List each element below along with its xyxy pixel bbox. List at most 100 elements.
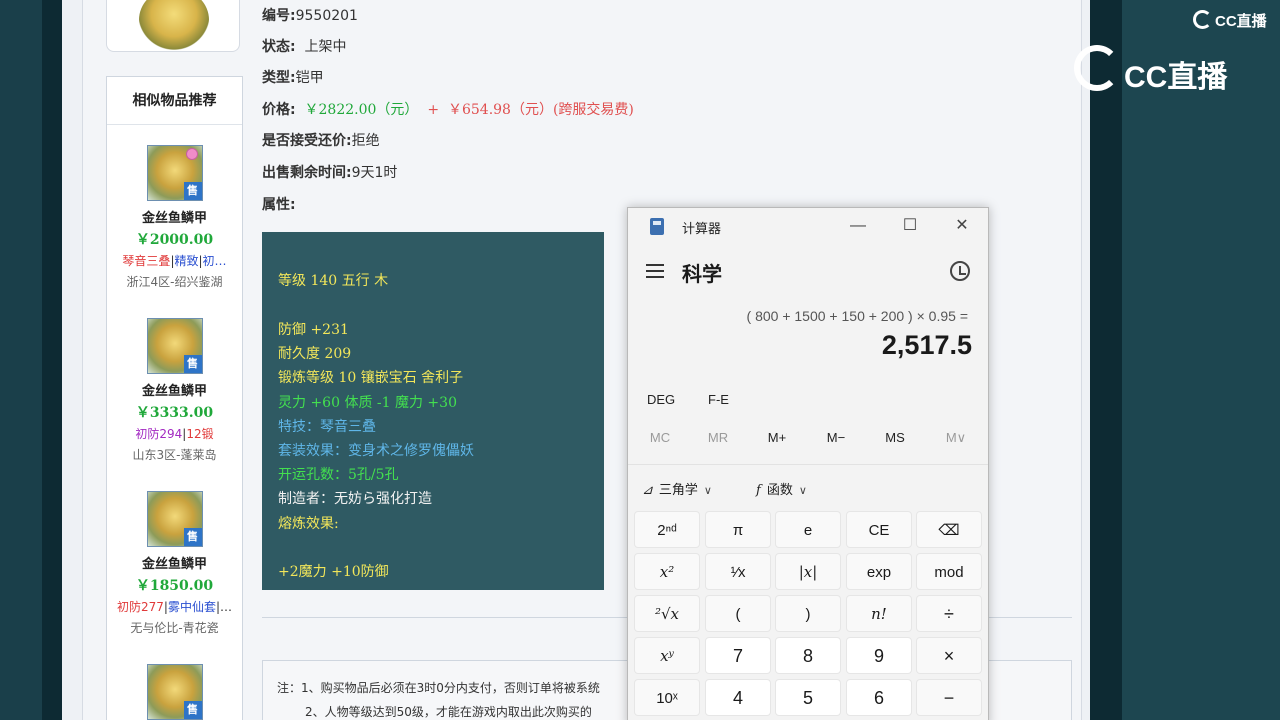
attr-melt-label: 熔炼效果: — [278, 516, 339, 532]
hamburger-menu-icon[interactable] — [646, 264, 664, 278]
left-window-border — [42, 0, 62, 720]
recommend-item[interactable]: 售 — [107, 664, 242, 720]
attr-grade: 等级 140 五行 木 — [278, 273, 389, 289]
armor-thumbnail-icon[interactable]: 售 — [146, 318, 203, 374]
e-key[interactable]: e — [775, 511, 841, 548]
ten-power-key[interactable]: 10ˣ — [634, 679, 700, 716]
m-plus-button[interactable]: M+ — [757, 430, 797, 445]
recommend-item-price: ￥2000.00 — [135, 232, 214, 248]
trigonometry-dropdown[interactable]: ⊿ 三角学 ∨ — [642, 479, 712, 498]
chevron-down-icon: ∨ — [798, 485, 807, 497]
tag: 初防277 — [116, 600, 164, 614]
trigonometry-label: 三角学 — [658, 482, 698, 497]
recommend-item-price: ￥1850.00 — [135, 578, 214, 594]
similar-items-sidebar: 相似物品推荐 售 金丝鱼鳞甲 ￥2000.00 琴音三叠|精致|初… 浙江4区-… — [106, 76, 243, 720]
item-price-value: ￥2822.00（元） — [304, 102, 419, 118]
recommend-item[interactable]: 售 金丝鱼鳞甲 ￥3333.00 初防294|12锻 山东3区-蓬莱岛 — [107, 318, 242, 463]
close-button[interactable]: ✕ — [942, 214, 982, 238]
calculator-titlebar[interactable]: 计算器 — ☐ ✕ — [628, 208, 988, 244]
factorial-key[interactable]: n! — [846, 595, 912, 632]
armor-thumbnail-icon[interactable]: 售 — [146, 491, 203, 547]
history-icon[interactable] — [950, 261, 970, 281]
left-background-strip — [0, 0, 42, 720]
pi-key[interactable]: π — [705, 511, 771, 548]
armor-thumbnail-icon[interactable]: 售 — [146, 145, 203, 201]
close-paren-key[interactable]: ) — [775, 595, 841, 632]
fe-button[interactable]: F-E — [708, 392, 729, 407]
power-key[interactable]: xʸ — [634, 637, 700, 674]
calculator-title: 计算器 — [682, 221, 722, 236]
armor-thumbnail-icon[interactable]: 售 — [146, 664, 203, 720]
note-line: 注：1、购买物品后必须在3时0分内支付，否则订单将被系统 — [277, 681, 600, 695]
attr-maker: 制造者：无妨ら强化打造 — [278, 491, 432, 507]
second-function-key[interactable]: 2ⁿᵈ — [634, 511, 700, 548]
functions-label: 函数 — [766, 482, 793, 497]
attribute-panel: 等级 140 五行 木 防御 +231 耐久度 209 锻炼等级 10 镶嵌宝石… — [262, 232, 604, 590]
digit-4-key[interactable]: 4 — [705, 679, 771, 716]
sell-badge: 售 — [183, 701, 202, 719]
attr-stats: 灵力 +60 体质 -1 魔力 +30 — [278, 395, 457, 411]
calculator-mode-title: 科学 — [682, 264, 722, 286]
digit-6-key[interactable]: 6 — [846, 679, 912, 716]
calculator-result: 2,517.5 — [881, 330, 972, 360]
clear-entry-key[interactable]: CE — [846, 511, 912, 548]
attr-holes: 开运孔数：5孔/5孔 — [278, 467, 399, 483]
gem-icon — [185, 148, 198, 160]
digit-9-key[interactable]: 9 — [846, 637, 912, 674]
calculator-window[interactable]: 计算器 — ☐ ✕ 科学 ( 800 + 1500 + 150 + 200 ) … — [627, 207, 989, 720]
mr-button[interactable]: MR — [698, 430, 738, 445]
square-root-key[interactable]: ²√x — [634, 595, 700, 632]
recommend-item[interactable]: 售 金丝鱼鳞甲 ￥1850.00 初防277|雾中仙套|… 无与伦比-青花瓷 — [107, 491, 242, 636]
digit-5-key[interactable]: 5 — [775, 679, 841, 716]
open-paren-key[interactable]: ( — [705, 595, 771, 632]
tag: 琴音三叠 — [122, 254, 171, 268]
deg-button[interactable]: DEG — [647, 392, 675, 407]
recommend-item-server: 无与伦比-青花瓷 — [130, 621, 219, 635]
item-remaining-label: 出售剩余时间: — [262, 165, 352, 181]
mc-button[interactable]: MC — [640, 430, 680, 445]
backspace-key[interactable]: ⌫ — [916, 511, 982, 548]
recommend-item-name[interactable]: 金丝鱼鳞甲 — [107, 380, 242, 399]
cross-server-fee: ￥654.98（元）(跨服交易费) — [447, 102, 634, 118]
memory-list-button[interactable]: M∨ — [936, 430, 976, 446]
item-status-label: 状态: — [262, 39, 296, 55]
multiply-key[interactable]: × — [916, 637, 982, 674]
item-type-row: 类型:铠甲 — [262, 67, 324, 87]
exp-key[interactable]: exp — [846, 553, 912, 590]
item-bargain-value: 拒绝 — [351, 133, 380, 149]
note-line: 2、人物等级达到50级，才能在游戏内取出此次购买的 — [305, 705, 592, 719]
divide-key[interactable]: ÷ — [916, 595, 982, 632]
maximize-button[interactable]: ☐ — [890, 214, 930, 238]
cc-logo-icon — [1074, 45, 1120, 91]
digit-7-key[interactable]: 7 — [705, 637, 771, 674]
recommend-item[interactable]: 售 金丝鱼鳞甲 ￥2000.00 琴音三叠|精致|初… 浙江4区-绍兴鉴湖 — [107, 145, 242, 290]
recommend-item-name[interactable]: 金丝鱼鳞甲 — [107, 553, 242, 572]
recommend-item-price: ￥3333.00 — [135, 405, 214, 421]
m-minus-button[interactable]: M− — [816, 430, 856, 445]
mod-key[interactable]: mod — [916, 553, 982, 590]
ms-button[interactable]: MS — [875, 430, 915, 445]
functions-dropdown[interactable]: f 函数 ∨ — [756, 479, 807, 498]
recommend-item-name[interactable]: 金丝鱼鳞甲 — [107, 207, 242, 226]
absolute-key[interactable]: |x| — [775, 553, 841, 590]
item-attributes-row: 属性: — [262, 194, 296, 214]
attr-melt-value: +2魔力 +10防御 — [278, 564, 389, 580]
sell-badge: 售 — [183, 182, 202, 200]
recommend-item-tags: 初防294|12锻 — [107, 425, 242, 442]
reciprocal-key[interactable]: ¹⁄x — [705, 553, 771, 590]
subtract-key[interactable]: − — [916, 679, 982, 716]
item-price-label: 价格: — [262, 102, 296, 118]
sell-badge: 售 — [183, 528, 202, 546]
item-bargain-row: 是否接受还价:拒绝 — [262, 130, 380, 150]
square-key[interactable]: x² — [634, 553, 700, 590]
attr-defense: 防御 +231 — [278, 322, 349, 338]
cc-logo-text: CC直播 — [1124, 61, 1228, 94]
calculator-app-icon — [650, 218, 664, 235]
minimize-button[interactable]: — — [838, 214, 878, 238]
armor-figure-icon — [139, 0, 209, 50]
recommend-item-server: 浙江4区-绍兴鉴湖 — [126, 275, 223, 289]
digit-8-key[interactable]: 8 — [775, 637, 841, 674]
calculator-header: 科学 — [628, 256, 988, 286]
item-price-row: 价格: ￥2822.00（元） + ￥654.98（元）(跨服交易费) — [262, 99, 634, 119]
item-image[interactable] — [106, 0, 240, 52]
